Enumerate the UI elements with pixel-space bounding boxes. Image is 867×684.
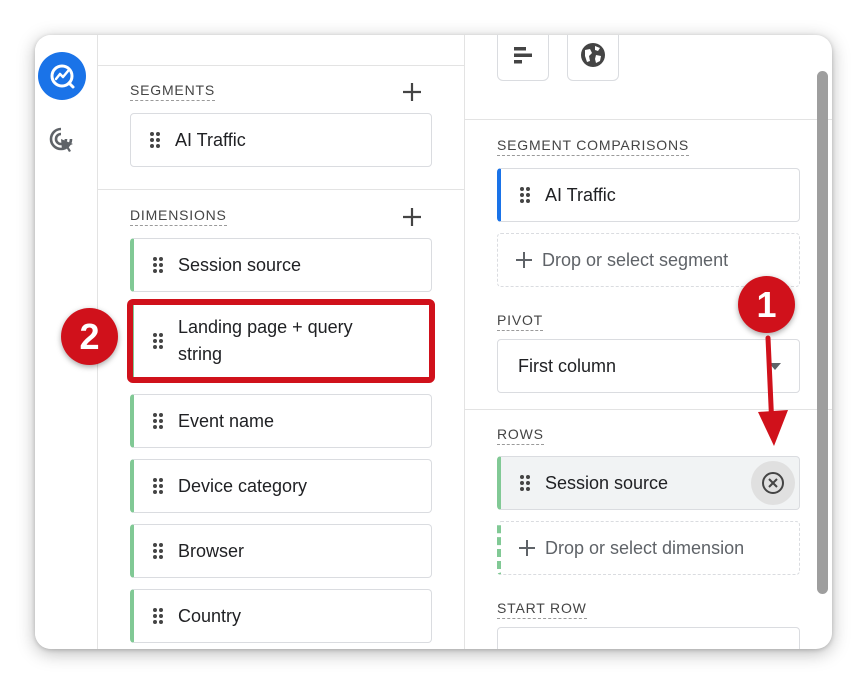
annotation-arrow (758, 335, 788, 446)
